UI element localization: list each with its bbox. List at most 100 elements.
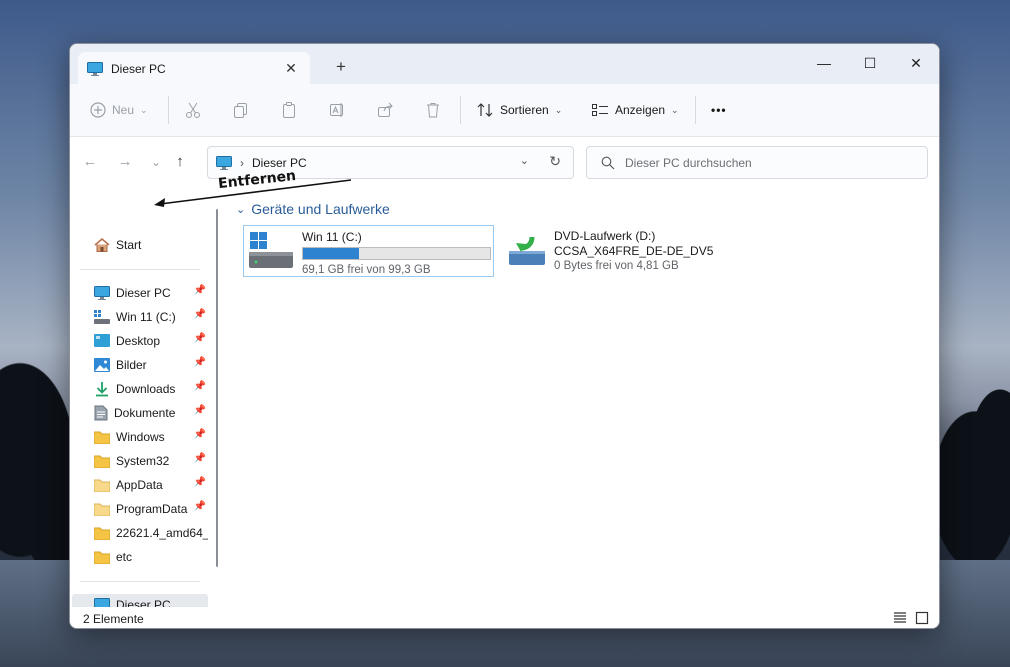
sidebar-item-system32[interactable]: System32 📌 <box>72 450 208 472</box>
sidebar-item-label: Downloads <box>116 382 176 396</box>
monitor-icon <box>216 155 232 170</box>
sidebar-item-label: Windows <box>116 430 165 444</box>
view-layout-icon <box>591 102 609 118</box>
share-icon <box>376 101 394 119</box>
system-drive-icon <box>248 232 294 272</box>
sidebar-item-win11-c[interactable]: Win 11 (C:) 📌 <box>72 306 208 328</box>
more-options-button[interactable]: ••• <box>711 97 727 123</box>
clipboard-icon <box>280 101 298 119</box>
recent-locations-button[interactable]: ⌄ <box>145 151 167 173</box>
breadcrumb-dieser-pc[interactable]: Dieser PC <box>252 156 307 170</box>
drive-d[interactable]: DVD-Laufwerk (D:) CCSA_X64FRE_DE-DE_DV5 … <box>504 225 764 277</box>
pin-icon: 📌 <box>193 285 206 296</box>
sidebar-item-label: etc <box>116 550 133 564</box>
sidebar-item-bilder[interactable]: Bilder 📌 <box>72 354 208 376</box>
download-icon <box>94 381 110 397</box>
pin-icon: 📌 <box>193 453 206 464</box>
new-button[interactable]: Neu ⌄ <box>90 97 148 123</box>
sidebar-item-appdata[interactable]: AppData 📌 <box>72 474 208 496</box>
forward-button[interactable]: → <box>114 151 136 173</box>
drive-c[interactable]: Win 11 (C:) 69,1 GB frei von 99,3 GB <box>243 225 494 277</box>
back-button[interactable]: ← <box>79 151 101 173</box>
chevron-down-icon: ⌄ <box>554 104 563 115</box>
tab-close-button[interactable]: ✕ <box>282 59 300 77</box>
new-button-label: Neu <box>112 103 135 117</box>
sidebar-item-desktop[interactable]: Desktop 📌 <box>72 330 208 352</box>
maximize-button[interactable]: ☐ <box>847 48 893 78</box>
toolbar-divider <box>695 96 696 124</box>
sidebar-divider <box>80 269 200 270</box>
folder-icon <box>94 502 110 516</box>
sidebar-divider <box>80 581 200 582</box>
sidebar-scrollbar[interactable] <box>216 209 218 567</box>
scissors-icon <box>184 101 202 119</box>
sidebar-item-dokumente[interactable]: Dokumente 📌 <box>72 402 208 424</box>
annotation-arrow <box>154 179 352 207</box>
toolbar-divider <box>168 96 169 124</box>
document-icon <box>94 405 108 421</box>
delete-button[interactable] <box>424 97 442 123</box>
content-pane: ⌄ Geräte und Laufwerke Win 11 (C:) 69,1 … <box>220 187 939 607</box>
drive-free-space: 0 Bytes frei von 4,81 GB <box>554 260 679 272</box>
sidebar-item-dieser-pc-pinned[interactable]: Dieser PC 📌 <box>72 282 208 304</box>
tab-title: Dieser PC <box>111 61 166 76</box>
close-button[interactable]: ✕ <box>893 48 939 78</box>
chevron-down-icon: ⌄ <box>671 104 679 115</box>
drive-volume-label: CCSA_X64FRE_DE-DE_DV5 <box>554 244 714 258</box>
pictures-icon <box>94 358 110 372</box>
monitor-icon <box>94 286 110 300</box>
pin-icon: 📌 <box>193 357 206 368</box>
pin-icon: 📌 <box>193 477 206 488</box>
cut-button[interactable] <box>184 97 202 123</box>
sort-button[interactable]: Sortieren ⌄ <box>476 97 562 123</box>
folder-icon <box>94 550 110 564</box>
share-button[interactable] <box>376 97 394 123</box>
copy-button[interactable] <box>232 97 250 123</box>
sidebar-item-label: Win 11 (C:) <box>116 310 176 324</box>
up-button[interactable]: ↑ <box>169 151 191 173</box>
sidebar-item-label: Dieser PC <box>116 286 171 300</box>
trash-icon <box>424 101 442 119</box>
tiles-view-icon[interactable] <box>915 611 929 625</box>
dvd-drive-icon <box>508 235 546 273</box>
folder-icon <box>94 430 110 444</box>
drive-name: DVD-Laufwerk (D:) <box>554 229 656 243</box>
status-bar: 2 Elemente <box>70 607 939 628</box>
sidebar-item-label: Bilder <box>116 358 147 372</box>
command-bar: Neu ⌄ Sortieren ⌄ Anzeigen ⌄ ••• <box>70 84 939 137</box>
address-history-button[interactable]: ⌄ <box>520 154 529 167</box>
sidebar-item-downloads[interactable]: Downloads 📌 <box>72 378 208 400</box>
sort-icon <box>476 102 494 118</box>
title-bar: Dieser PC ✕ + — ☐ ✕ <box>70 44 939 85</box>
details-view-icon[interactable] <box>893 611 907 625</box>
rename-button[interactable] <box>328 97 346 123</box>
search-box[interactable]: Dieser PC durchsuchen <box>586 146 928 179</box>
pin-icon: 📌 <box>193 333 206 344</box>
refresh-icon[interactable]: ↻ <box>549 153 561 170</box>
search-input[interactable]: Dieser PC durchsuchen <box>625 156 752 170</box>
new-tab-button[interactable]: + <box>332 58 350 76</box>
item-count: 2 Elemente <box>83 611 144 626</box>
sidebar-item-label: 22621.4_amd64_d <box>116 526 208 540</box>
sidebar-item-windows[interactable]: Windows 📌 <box>72 426 208 448</box>
paste-button[interactable] <box>280 97 298 123</box>
folder-icon <box>94 478 110 492</box>
toolbar-divider <box>460 96 461 124</box>
desktop-icon <box>94 334 110 348</box>
sidebar-item-etc[interactable]: etc <box>72 546 208 568</box>
sidebar-item-programdata[interactable]: ProgramData 📌 <box>72 498 208 520</box>
drive-icon <box>94 310 110 324</box>
tab-dieser-pc[interactable]: Dieser PC ✕ <box>78 52 310 85</box>
navigation-pane: Start Dieser PC 📌 Win 11 (C:) 📌 Desktop … <box>70 187 210 616</box>
drive-free-space: 69,1 GB frei von 99,3 GB <box>302 264 431 276</box>
sidebar-item-label: ProgramData <box>116 502 188 516</box>
minimize-button[interactable]: — <box>801 48 847 78</box>
monitor-icon <box>87 61 103 76</box>
pin-icon: 📌 <box>193 429 206 440</box>
sidebar-item-22621-folder[interactable]: 22621.4_amd64_d <box>72 522 208 544</box>
view-button[interactable]: Anzeigen ⌄ <box>591 97 679 123</box>
sidebar-item-label: System32 <box>116 454 170 468</box>
sidebar-item-start[interactable]: Start <box>72 234 208 256</box>
rename-icon <box>328 101 346 119</box>
breadcrumb-separator: › <box>240 155 244 170</box>
